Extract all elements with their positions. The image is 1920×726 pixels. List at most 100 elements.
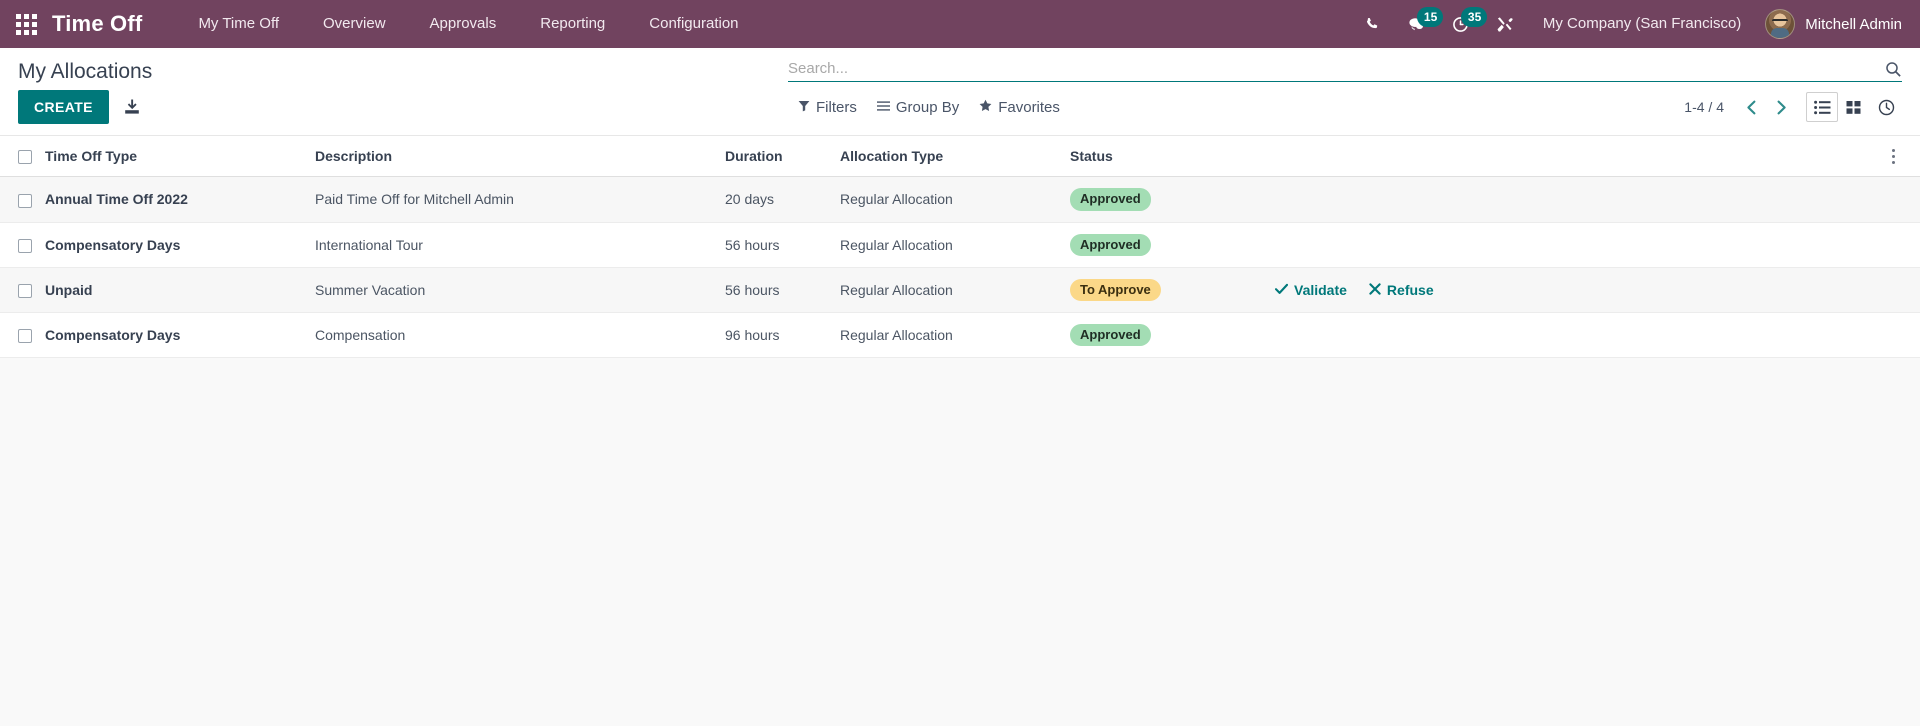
select-all-checkbox[interactable] — [18, 150, 32, 165]
control-panel: My Allocations CREATE Filters — [0, 48, 1920, 136]
company-switcher[interactable]: My Company (San Francisco) — [1527, 0, 1757, 48]
filters-dropdown[interactable]: Filters — [788, 95, 867, 120]
cell-allocation-type: Regular Allocation — [840, 176, 1070, 223]
cell-description: International Tour — [315, 222, 725, 268]
cell-actions — [1275, 176, 1880, 223]
top-navbar: Time Off My Time Off Overview Approvals … — [0, 0, 1920, 48]
table-row[interactable]: Compensatory Days Compensation 96 hours … — [0, 312, 1920, 359]
row-checkbox[interactable] — [18, 193, 32, 208]
row-checkbox[interactable] — [18, 329, 32, 344]
refuse-button[interactable]: Refuse — [1369, 282, 1434, 298]
list-view-icon[interactable] — [1806, 92, 1838, 122]
favorites-dropdown[interactable]: Favorites — [969, 95, 1070, 120]
search-icon[interactable] — [1885, 61, 1902, 78]
apps-grid-icon — [15, 13, 37, 35]
row-checkbox[interactable] — [18, 284, 32, 299]
pager-next-button[interactable] — [1768, 94, 1794, 120]
cell-actions: Validate Refuse — [1275, 267, 1880, 314]
column-header-status[interactable]: Status — [1070, 136, 1275, 178]
filters-label: Filters — [816, 98, 857, 116]
status-badge: To Approve — [1070, 278, 1161, 302]
cell-time-off-type: Compensatory Days — [45, 312, 315, 359]
cell-description: Summer Vacation — [315, 267, 725, 314]
cell-actions — [1275, 312, 1880, 359]
cell-description: Paid Time Off for Mitchell Admin — [315, 176, 725, 223]
cell-time-off-type: Annual Time Off 2022 — [45, 176, 315, 223]
check-icon — [1275, 282, 1289, 298]
cell-allocation-type: Regular Allocation — [840, 312, 1070, 359]
menu-item-approvals[interactable]: Approvals — [408, 0, 519, 48]
phone-icon[interactable] — [1351, 0, 1395, 48]
refuse-label: Refuse — [1386, 281, 1434, 298]
column-header-description[interactable]: Description — [315, 136, 725, 178]
cell-duration: 20 days — [725, 176, 840, 223]
column-header-actions — [1275, 136, 1880, 178]
optional-columns-header — [1880, 136, 1920, 178]
favorites-label: Favorites — [998, 98, 1060, 116]
cell-actions — [1275, 222, 1880, 268]
apps-menu-button[interactable] — [0, 0, 52, 48]
cell-allocation-type: Regular Allocation — [840, 222, 1070, 268]
menu-item-configuration[interactable]: Configuration — [627, 0, 760, 48]
validate-button[interactable]: Validate — [1275, 282, 1347, 298]
column-header-duration[interactable]: Duration — [725, 136, 840, 178]
cell-allocation-type: Regular Allocation — [840, 267, 1070, 314]
menu-item-reporting[interactable]: Reporting — [518, 0, 627, 48]
tools-icon[interactable] — [1483, 0, 1527, 48]
table-header-row: Time Off Type Description Duration Alloc… — [0, 136, 1920, 178]
cell-time-off-type: Unpaid — [45, 267, 315, 314]
pager-previous-button[interactable] — [1738, 94, 1764, 120]
activity-clock-icon[interactable]: 35 — [1439, 0, 1488, 48]
validate-label: Validate — [1294, 281, 1347, 298]
activity-view-icon[interactable] — [1870, 92, 1902, 122]
row-select-cell — [0, 267, 45, 314]
cell-optional — [1880, 222, 1920, 268]
group-by-lines-icon — [876, 99, 890, 116]
cell-time-off-type: Compensatory Days — [45, 222, 315, 268]
main-menu: My Time Off Overview Approvals Reporting… — [176, 0, 760, 48]
menu-item-my-time-off[interactable]: My Time Off — [176, 0, 301, 48]
x-icon — [1369, 282, 1381, 298]
cell-status: Approved — [1070, 176, 1275, 223]
table-row[interactable]: Compensatory Days International Tour 56 … — [0, 222, 1920, 268]
table-row[interactable]: Annual Time Off 2022 Paid Time Off for M… — [0, 176, 1920, 223]
page-title: My Allocations — [18, 60, 153, 83]
cell-status: Approved — [1070, 312, 1275, 359]
filter-funnel-icon — [798, 99, 810, 116]
cell-status: To Approve — [1070, 267, 1275, 314]
systray: 15 35 My Company (San Francisco) Mitchel… — [1351, 0, 1902, 48]
allocations-table: Time Off Type Description Duration Alloc… — [0, 136, 1920, 359]
app-brand-title[interactable]: Time Off — [52, 11, 142, 37]
select-all-header — [0, 136, 45, 178]
kebab-menu-icon[interactable] — [1880, 148, 1920, 164]
messages-icon[interactable]: 15 — [1395, 0, 1444, 48]
user-name-label: Mitchell Admin — [1805, 15, 1902, 33]
view-switcher — [1806, 92, 1902, 122]
column-header-time-off-type[interactable]: Time Off Type — [45, 136, 315, 178]
row-select-cell — [0, 176, 45, 223]
create-button[interactable]: CREATE — [18, 90, 109, 124]
table-row[interactable]: Unpaid Summer Vacation 56 hours Regular … — [0, 267, 1920, 314]
cell-optional — [1880, 312, 1920, 359]
search-input[interactable] — [788, 60, 1902, 77]
search-box[interactable] — [788, 60, 1902, 82]
row-checkbox[interactable] — [18, 238, 32, 253]
avatar — [1765, 9, 1796, 39]
column-header-allocation-type[interactable]: Allocation Type — [840, 136, 1070, 178]
status-badge: Approved — [1070, 188, 1151, 211]
kanban-view-icon[interactable] — [1838, 92, 1870, 122]
status-badge: Approved — [1070, 233, 1151, 256]
cell-duration: 96 hours — [725, 312, 840, 359]
cell-duration: 56 hours — [725, 222, 840, 268]
empty-area — [0, 358, 1920, 689]
cell-optional — [1880, 176, 1920, 223]
favorites-star-icon — [979, 99, 992, 116]
group-by-dropdown[interactable]: Group By — [867, 95, 969, 120]
user-menu[interactable]: Mitchell Admin — [1757, 9, 1902, 39]
cell-status: Approved — [1070, 222, 1275, 268]
cell-optional — [1880, 267, 1920, 314]
import-download-icon[interactable] — [123, 98, 141, 116]
pager-range: 1-4 / 4 — [1684, 99, 1724, 115]
menu-item-overview[interactable]: Overview — [301, 0, 408, 48]
group-by-label: Group By — [895, 98, 960, 116]
